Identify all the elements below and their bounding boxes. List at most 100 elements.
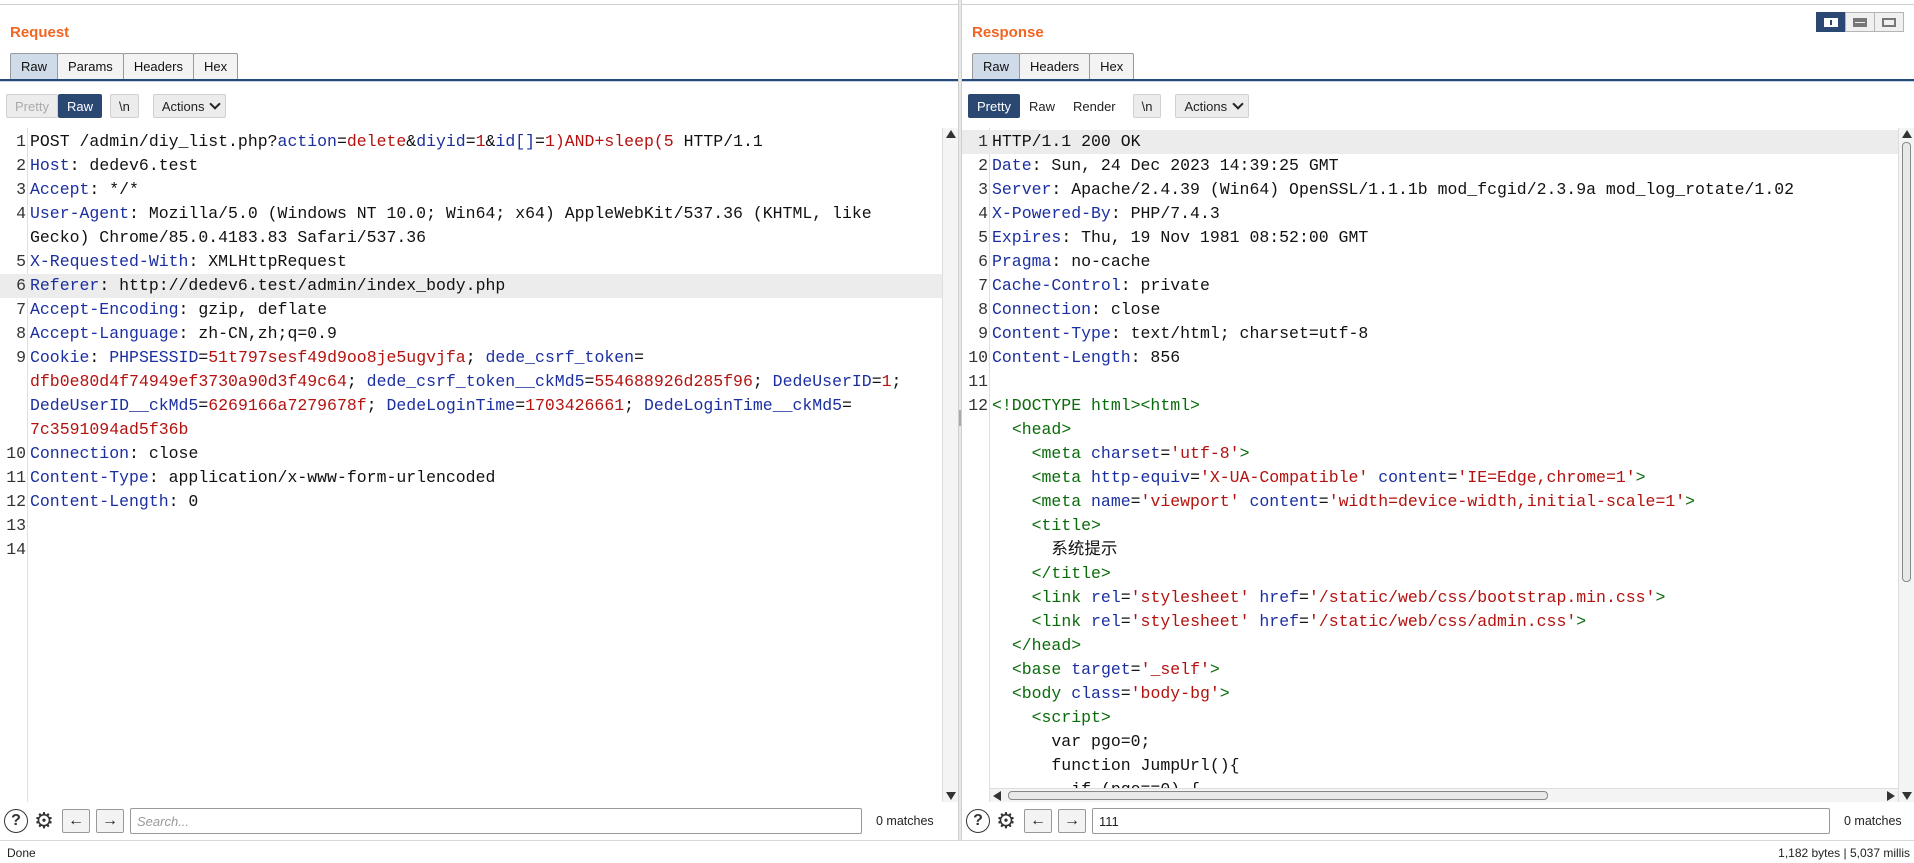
code-line: 3 Accept: */* xyxy=(0,178,942,202)
line-number: 4 xyxy=(978,204,988,223)
code-token: 1 xyxy=(881,372,892,391)
help-icon[interactable]: ? xyxy=(4,809,28,833)
request-search-prev-button[interactable]: ← xyxy=(62,809,90,833)
request-pane: Request Raw Params Headers Hex Pretty Ra… xyxy=(0,0,958,840)
response-pretty-button[interactable]: Pretty xyxy=(968,94,1020,118)
code-line: 4 X-Powered-By: PHP/7.4.3 xyxy=(962,202,1898,226)
line-number: 13 xyxy=(6,516,26,535)
response-editor[interactable]: 1 HTTP/1.1 200 OK 2 Date: Sun, 24 Dec 2023 … xyxy=(962,128,1914,802)
response-horizontal-scrollbar[interactable] xyxy=(990,788,1898,802)
status-text: Done xyxy=(7,846,36,860)
scroll-down-icon[interactable] xyxy=(946,792,956,800)
response-vertical-scrollbar[interactable] xyxy=(1898,128,1914,802)
layout-stacked-button[interactable] xyxy=(1845,12,1875,32)
request-raw-button[interactable]: Raw xyxy=(57,94,102,118)
scroll-left-icon[interactable] xyxy=(993,791,1001,801)
chevron-down-icon xyxy=(1232,98,1244,110)
response-tab-raw[interactable]: Raw xyxy=(972,53,1021,80)
code-token: <meta xyxy=(1031,444,1092,463)
request-search-next-button[interactable]: → xyxy=(96,809,124,833)
code-line: <title> xyxy=(962,514,1898,538)
code-token: '_self' xyxy=(1140,660,1210,679)
line-code: Pragma: no-cache xyxy=(992,250,1150,274)
response-search-next-button[interactable]: → xyxy=(1058,809,1086,833)
vertical-scroll-thumb[interactable] xyxy=(1902,142,1911,582)
code-line: <meta name='viewport' content='width=dev… xyxy=(962,490,1898,514)
response-tab-headers[interactable]: Headers xyxy=(1019,53,1091,80)
code-token: X-Powered-By xyxy=(992,204,1111,223)
response-actions-button[interactable]: Actions xyxy=(1175,94,1250,118)
gear-icon[interactable]: ⚙ xyxy=(32,808,56,833)
line-number: 7 xyxy=(978,276,988,295)
chevron-down-icon xyxy=(209,98,222,110)
line-code: <link rel='stylesheet' href='/static/web… xyxy=(992,610,1587,634)
code-token: > xyxy=(1576,612,1587,631)
line-number xyxy=(962,754,992,778)
line-number xyxy=(962,538,992,562)
line-number: 12 xyxy=(968,396,988,415)
code-token: http-equiv xyxy=(1091,468,1191,487)
response-tab-hex[interactable]: Hex xyxy=(1089,53,1135,80)
request-tab-headers[interactable]: Headers xyxy=(122,53,194,80)
line-number: 3 xyxy=(16,180,26,199)
help-icon[interactable]: ? xyxy=(966,809,990,833)
scroll-right-icon[interactable] xyxy=(1887,791,1895,801)
response-tabs-rule xyxy=(962,79,1914,82)
request-vertical-scrollbar[interactable] xyxy=(942,128,958,802)
code-token: Referer xyxy=(30,276,100,295)
request-editor[interactable]: 1 POST /admin/diy_list.php?action=delete&… xyxy=(0,128,958,802)
request-tab-params[interactable]: Params xyxy=(57,53,124,80)
code-line: function JumpUrl(){ xyxy=(962,754,1898,778)
line-number: 11 xyxy=(968,372,988,391)
response-raw-button[interactable]: Raw xyxy=(1020,94,1064,118)
code-token: : text/html; charset=utf-8 xyxy=(1110,324,1369,343)
line-code: Cache-Control: private xyxy=(992,274,1210,298)
response-lines: 1 HTTP/1.1 200 OK 2 Date: Sun, 24 Dec 2023 … xyxy=(962,130,1898,802)
code-token: : XMLHttpRequest xyxy=(188,252,347,271)
scroll-up-icon[interactable] xyxy=(946,130,956,138)
code-token: Cookie xyxy=(30,348,90,367)
request-toolbar: Pretty Raw \n Actions xyxy=(6,94,227,118)
response-render-button[interactable]: Render xyxy=(1064,94,1125,118)
code-token: href xyxy=(1259,612,1299,631)
request-newline-toggle[interactable]: \n xyxy=(109,94,139,118)
top-border xyxy=(962,4,1914,5)
line-number: 4 xyxy=(16,204,26,223)
code-token: : Mozilla/5.0 (Windows NT 10.0; Win64; x… xyxy=(129,204,872,223)
line-code: Host: dedev6.test xyxy=(30,154,198,178)
request-actions-button[interactable]: Actions xyxy=(152,94,227,118)
scroll-down-icon[interactable] xyxy=(1902,792,1912,800)
scroll-up-icon[interactable] xyxy=(1902,130,1912,138)
horizontal-scroll-thumb[interactable] xyxy=(1008,791,1548,800)
layout-side-by-side-button[interactable] xyxy=(1816,12,1846,32)
code-token: 1703426661 xyxy=(525,396,625,415)
request-tab-raw[interactable]: Raw xyxy=(10,53,59,80)
response-search-input[interactable] xyxy=(1092,808,1830,834)
response-newline-toggle[interactable]: \n xyxy=(1132,94,1162,118)
request-pretty-button[interactable]: Pretty xyxy=(6,94,58,118)
divider-grip[interactable] xyxy=(959,410,961,426)
line-code: 系统提示 xyxy=(992,538,1117,562)
line-code: HTTP/1.1 200 OK xyxy=(992,130,1141,154)
response-search-prev-button[interactable]: ← xyxy=(1024,809,1052,833)
code-token: = xyxy=(634,348,644,367)
gear-icon[interactable]: ⚙ xyxy=(994,808,1018,833)
request-actions-label: Actions xyxy=(161,99,205,114)
layout-tabs-button[interactable] xyxy=(1874,12,1904,32)
request-search-input[interactable] xyxy=(130,808,862,834)
code-line: 9 Cookie: PHPSESSID=51t797sesf49d9oo8je5u… xyxy=(0,346,942,370)
code-token: > xyxy=(1635,468,1646,487)
code-token: ; xyxy=(624,396,644,415)
line-code: <body class='body-bg'> xyxy=(992,682,1230,706)
request-tab-hex[interactable]: Hex xyxy=(192,53,239,80)
code-line: 7c3591094ad5f36b xyxy=(0,418,942,442)
code-token: > xyxy=(1219,684,1230,703)
code-line: 12 Content-Length: 0 xyxy=(0,490,942,514)
line-number: 6 xyxy=(978,252,988,271)
